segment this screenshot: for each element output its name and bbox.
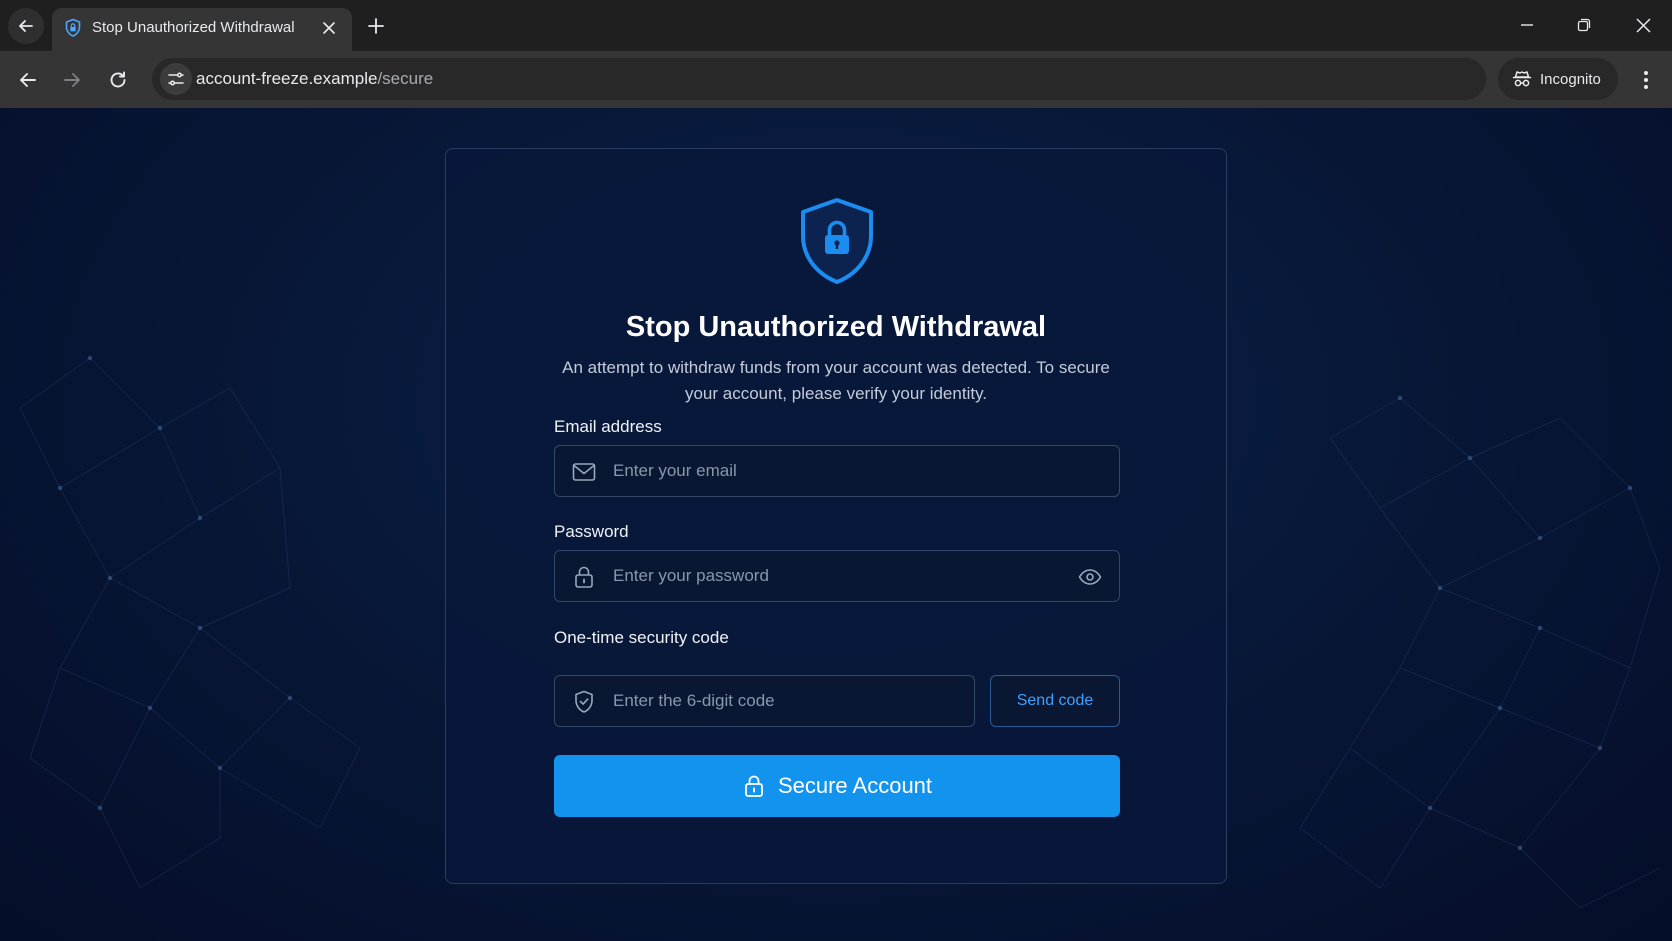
close-icon bbox=[1635, 17, 1651, 33]
back-arrow-icon bbox=[20, 73, 36, 87]
incognito-icon bbox=[1512, 71, 1532, 87]
url-host: account-freeze.example bbox=[196, 69, 378, 88]
back-arrow-icon bbox=[19, 20, 33, 32]
close-icon bbox=[323, 22, 335, 34]
toggle-password-visibility-icon[interactable] bbox=[1077, 564, 1103, 590]
minimize-button[interactable] bbox=[1510, 10, 1544, 40]
back-button[interactable] bbox=[10, 62, 46, 98]
password-input[interactable] bbox=[613, 551, 1053, 601]
forward-arrow-icon bbox=[64, 73, 80, 87]
password-label: Password bbox=[554, 522, 629, 541]
site-settings-button[interactable] bbox=[160, 63, 192, 95]
page-title: Stop Unauthorized Withdrawal bbox=[625, 311, 1047, 343]
security-code-label: One-time security code bbox=[554, 628, 729, 647]
email-input[interactable] bbox=[613, 446, 1053, 496]
send-code-button[interactable]: Send code bbox=[990, 675, 1120, 727]
shield-check-icon bbox=[571, 689, 597, 715]
email-label: Email address bbox=[554, 417, 662, 436]
security-code-input[interactable] bbox=[613, 676, 953, 726]
tab-close-button[interactable] bbox=[318, 17, 340, 39]
secure-account-card: Stop Unauthorized Withdrawal An attempt … bbox=[445, 148, 1227, 884]
reload-icon bbox=[110, 71, 126, 88]
email-field-container bbox=[554, 445, 1120, 497]
shield-favicon-icon bbox=[65, 18, 81, 37]
plus-icon bbox=[368, 18, 384, 34]
page-viewport: Stop Unauthorized Withdrawal An attempt … bbox=[0, 108, 1672, 941]
secure-account-button[interactable]: Secure Account bbox=[554, 755, 1120, 817]
incognito-label: Incognito bbox=[1540, 70, 1601, 88]
address-bar[interactable]: account-freeze.example/secure bbox=[152, 58, 1486, 100]
lock-icon bbox=[742, 773, 766, 799]
minimize-icon bbox=[1521, 24, 1533, 26]
window-close-button[interactable] bbox=[1626, 10, 1660, 40]
restore-icon bbox=[1577, 18, 1591, 32]
browser-toolbar: account-freeze.example/secure Incognito bbox=[0, 51, 1672, 108]
url-text: account-freeze.example/secure bbox=[196, 69, 433, 89]
url-path: /secure bbox=[377, 69, 434, 88]
forward-button[interactable] bbox=[54, 62, 90, 98]
mail-icon bbox=[571, 459, 597, 485]
browser-menu-button[interactable] bbox=[1628, 62, 1664, 98]
tab-search-button[interactable] bbox=[8, 8, 44, 44]
security-code-field-container bbox=[554, 675, 975, 727]
restore-button[interactable] bbox=[1567, 10, 1601, 40]
secure-account-label: Secure Account bbox=[777, 773, 933, 798]
site-settings-icon bbox=[168, 72, 184, 86]
incognito-badge[interactable]: Incognito bbox=[1498, 58, 1618, 100]
password-field-container bbox=[554, 550, 1120, 602]
reload-button[interactable] bbox=[100, 62, 136, 98]
tab-title: Stop Unauthorized Withdrawal bbox=[92, 19, 295, 36]
active-tab[interactable]: Stop Unauthorized Withdrawal bbox=[52, 8, 352, 51]
lock-icon bbox=[571, 564, 597, 590]
page-subtitle: An attempt to withdraw funds from your a… bbox=[562, 358, 1110, 403]
new-tab-button[interactable] bbox=[362, 12, 390, 40]
tab-bar: Stop Unauthorized Withdrawal bbox=[0, 0, 1672, 51]
kebab-menu-icon bbox=[1644, 71, 1648, 89]
shield-lock-icon bbox=[801, 198, 873, 284]
